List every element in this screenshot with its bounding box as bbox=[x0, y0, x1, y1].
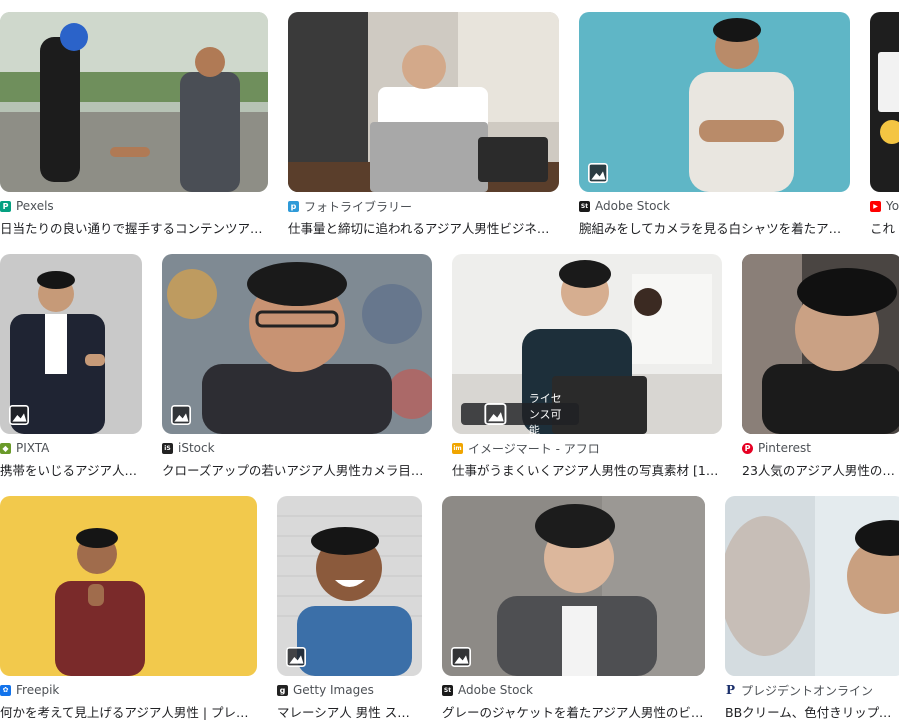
license-badge[interactable]: ライセンス可能 bbox=[461, 392, 579, 434]
result-thumbnail[interactable] bbox=[725, 496, 899, 676]
result-source[interactable]: p フォトライブラリー bbox=[288, 198, 412, 214]
result-source[interactable]: P Pinterest bbox=[742, 440, 811, 456]
result-thumbnail[interactable] bbox=[0, 12, 268, 192]
result-source[interactable]: g Getty Images bbox=[277, 682, 374, 698]
result-title[interactable]: これ bbox=[870, 218, 899, 236]
adobe-stock-favicon-icon: St bbox=[579, 200, 590, 212]
source-label: Pexels bbox=[16, 199, 54, 213]
result-thumbnail[interactable] bbox=[162, 254, 432, 434]
image-icon bbox=[171, 405, 191, 425]
result-source[interactable]: P Pexels bbox=[0, 198, 54, 214]
result-title[interactable]: 日当たりの良い通りで握手するコンテンツア… bbox=[0, 218, 268, 236]
imagemart-favicon-icon: im bbox=[452, 442, 463, 454]
source-label: Getty Images bbox=[293, 683, 374, 697]
result-title[interactable]: 携帯をいじるアジア人… bbox=[0, 460, 142, 478]
source-label: イメージマート - アフロ bbox=[468, 441, 600, 456]
result-thumbnail[interactable] bbox=[742, 254, 899, 434]
result-thumbnail[interactable] bbox=[0, 496, 257, 676]
photolibrary-favicon-icon: p bbox=[288, 200, 299, 212]
result-source[interactable]: ✿ Freepik bbox=[0, 682, 59, 698]
result-title[interactable]: 腕組みをしてカメラを見る白シャツを着たア… bbox=[579, 218, 850, 236]
source-label: PIXTA bbox=[16, 441, 50, 455]
youtube-favicon-icon: ▶ bbox=[870, 200, 881, 212]
pixta-favicon-icon: ◆ bbox=[0, 442, 11, 454]
result-source[interactable]: iS iStock bbox=[162, 440, 215, 456]
result-title[interactable]: 何かを考えて見上げるアジア人男性 | プレミ… bbox=[0, 702, 257, 720]
source-label: Yo bbox=[886, 199, 899, 213]
image-icon bbox=[286, 647, 306, 667]
result-source[interactable]: St Adobe Stock bbox=[579, 198, 670, 214]
result-thumbnail[interactable] bbox=[0, 254, 142, 434]
result-title[interactable]: 仕事がうまくいくアジア人男性の写真素材 [18… bbox=[452, 460, 722, 478]
result-thumbnail[interactable] bbox=[442, 496, 705, 676]
license-label: ライセンス可能 bbox=[528, 392, 562, 434]
istock-favicon-icon: iS bbox=[162, 442, 173, 454]
result-title[interactable]: 23人気のアジア人男性のへ… bbox=[742, 460, 899, 478]
result-thumbnail[interactable] bbox=[870, 12, 899, 192]
source-label: iStock bbox=[178, 441, 215, 455]
source-label: フォトライブラリー bbox=[304, 199, 413, 214]
result-source[interactable]: im イメージマート - アフロ bbox=[452, 440, 600, 456]
source-label: プレジデントオンライン bbox=[741, 683, 874, 698]
result-thumbnail[interactable]: ライセンス可能 bbox=[452, 254, 722, 434]
president-online-favicon-icon: P bbox=[725, 683, 736, 697]
getty-favicon-icon: g bbox=[277, 684, 288, 696]
result-title[interactable]: BBクリーム、色付きリップ、脱毛 bbox=[725, 702, 899, 720]
image-icon bbox=[9, 405, 29, 425]
result-title[interactable]: マレーシア人 男性 スト… bbox=[277, 702, 422, 720]
pinterest-favicon-icon: P bbox=[742, 442, 753, 454]
pexels-favicon-icon: P bbox=[0, 200, 11, 212]
result-thumbnail[interactable] bbox=[579, 12, 850, 192]
image-icon bbox=[484, 403, 507, 425]
result-source[interactable]: St Adobe Stock bbox=[442, 682, 533, 698]
image-icon bbox=[451, 647, 471, 667]
result-thumbnail[interactable] bbox=[277, 496, 422, 676]
image-icon bbox=[588, 163, 608, 183]
adobe-stock-favicon-icon: St bbox=[442, 684, 453, 696]
freepik-favicon-icon: ✿ bbox=[0, 684, 11, 696]
result-source[interactable]: ▶ Yo bbox=[870, 198, 899, 214]
result-title[interactable]: グレーのジャケットを着たアジア人男性のビ… bbox=[442, 702, 705, 720]
source-label: Adobe Stock bbox=[595, 199, 670, 213]
source-label: Pinterest bbox=[758, 441, 812, 455]
result-thumbnail[interactable] bbox=[288, 12, 559, 192]
result-source[interactable]: ◆ PIXTA bbox=[0, 440, 49, 456]
result-source[interactable]: P プレジデントオンライン bbox=[725, 682, 873, 698]
source-label: Freepik bbox=[16, 683, 60, 697]
result-title[interactable]: 仕事量と締切に追われるアジア人男性ビジネ… bbox=[288, 218, 559, 236]
source-label: Adobe Stock bbox=[458, 683, 533, 697]
result-title[interactable]: クローズアップの若いアジア人男性カメラ目… bbox=[162, 460, 432, 478]
